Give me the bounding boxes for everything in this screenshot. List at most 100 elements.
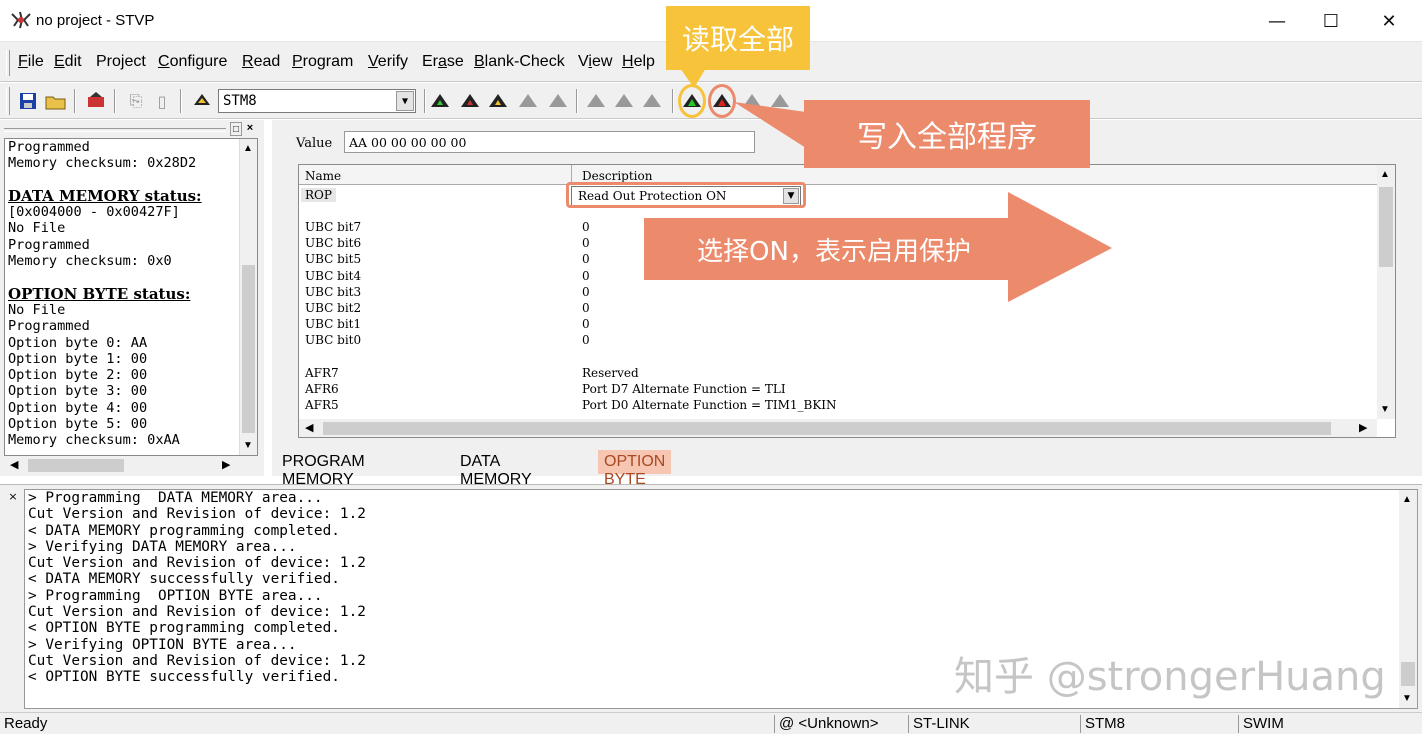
chip-config-icon[interactable] <box>84 89 108 113</box>
menu-grip[interactable] <box>6 50 10 76</box>
chevron-left-icon[interactable]: ◀ <box>10 458 18 471</box>
program-current-tab-icon[interactable] <box>458 89 482 113</box>
paste-icon[interactable]: ▯ <box>150 89 174 113</box>
status-line: Option byte 3: 00 <box>8 383 148 400</box>
chevron-left-icon[interactable]: ◀ <box>305 421 313 434</box>
menu-item[interactable]: Erase <box>422 53 464 71</box>
table-row[interactable] <box>299 349 1377 365</box>
verify-current-tab-icon[interactable] <box>486 89 510 113</box>
device-select[interactable]: STM8 ▼ <box>218 89 416 113</box>
minimize-button[interactable]: — <box>1254 6 1300 36</box>
log-line: < DATA MEMORY successfully verified. <box>28 571 340 588</box>
menu-item[interactable]: Edit <box>54 53 82 71</box>
chevron-up-icon[interactable]: ▲ <box>1402 494 1412 505</box>
menu-item[interactable]: Configure <box>158 53 227 71</box>
status-panel: □ × Programmed Memory checksum: 0x28D2 DAT… <box>0 120 264 476</box>
log-close-icon[interactable]: × <box>6 491 20 505</box>
panel-restore-icon[interactable]: □ <box>230 122 242 136</box>
option-byte-panel: Value AA 00 00 00 00 00 Name Description… <box>272 120 1422 476</box>
menu-item-label: se <box>446 53 464 70</box>
scroll-thumb[interactable] <box>1379 187 1393 267</box>
menu-item[interactable]: Program <box>292 53 353 71</box>
chevron-up-icon[interactable]: ▲ <box>1380 169 1390 180</box>
menu-item[interactable]: Help <box>622 53 655 71</box>
panel-grip[interactable] <box>4 128 226 132</box>
table-row-rop[interactable]: ROP <box>299 187 1377 203</box>
menu-item[interactable]: View <box>578 53 612 71</box>
save-icon[interactable] <box>16 89 40 113</box>
chevron-down-icon[interactable]: ▼ <box>1402 693 1412 704</box>
table-row[interactable]: UBC bit3 0 <box>299 284 1377 300</box>
device-select-value: STM8 <box>223 93 257 109</box>
menu-item-mnemonic: a <box>438 53 447 70</box>
panel-close-icon[interactable]: × <box>244 122 256 136</box>
menu-item-mnemonic: E <box>54 53 65 70</box>
menu-item-label: dit <box>64 53 82 70</box>
tab-program-memory[interactable]: PROGRAM MEMORY <box>276 450 371 488</box>
tab-data-memory[interactable]: DATA MEMORY <box>454 450 538 488</box>
program-tab-icon[interactable] <box>612 89 636 113</box>
menu-item[interactable]: Verify <box>368 53 408 71</box>
table-row[interactable]: AFR6 Port D7 Alternate Function = TLI <box>299 381 1377 397</box>
chevron-down-icon[interactable]: ▼ <box>243 440 253 451</box>
menu-item-label: rogram <box>302 53 354 70</box>
callout-read-all: 读取全部 <box>666 6 810 70</box>
table-row[interactable]: AFR5 Port D0 Alternate Function = TIM1_BK… <box>299 397 1377 413</box>
chevron-up-icon[interactable]: ▲ <box>243 143 253 154</box>
table-row[interactable]: UBC bit0 0 <box>299 332 1377 348</box>
status-section-heading: OPTION BYTE status: <box>8 285 191 302</box>
menu-item-label: lank-Check <box>484 53 565 70</box>
status-bar: Ready @ <Unknown> ST-LINK STM8 SWIM <box>0 712 1422 734</box>
read-current-tab-icon[interactable] <box>428 89 452 113</box>
maximize-button[interactable]: ☐ <box>1308 6 1354 36</box>
verify-tab-icon[interactable] <box>640 89 664 113</box>
menu-item[interactable]: Blank-Check <box>474 53 565 71</box>
chevron-right-icon[interactable]: ▶ <box>1359 421 1367 434</box>
scroll-thumb[interactable] <box>1401 662 1415 686</box>
status-line: Memory checksum: 0x28D2 <box>8 155 197 172</box>
menu-item[interactable]: File <box>18 53 44 71</box>
log-line: Cut Version and Revision of device: 1.2 <box>28 604 366 621</box>
value-field[interactable]: AA 00 00 00 00 00 <box>344 131 755 153</box>
toolbar-grip[interactable] <box>6 87 10 115</box>
blank-check-icon[interactable] <box>546 89 570 113</box>
grid-horizontal-scrollbar[interactable]: ◀ ▶ <box>299 419 1377 437</box>
erase-current-tab-icon[interactable] <box>516 89 540 113</box>
log-vertical-scrollbar[interactable]: ▲ ▼ <box>1399 490 1417 708</box>
status-line: Programmed <box>8 139 90 155</box>
scroll-thumb[interactable] <box>323 422 1331 435</box>
table-row[interactable]: UBC bit2 0 <box>299 300 1377 316</box>
tab-option-byte[interactable]: OPTION BYTE <box>598 450 672 488</box>
table-row[interactable]: UBC bit1 0 <box>299 316 1377 332</box>
copy-icon[interactable]: ⎘ <box>124 89 148 113</box>
status-line: Option byte 1: 00 <box>8 350 148 367</box>
close-button[interactable]: ✕ <box>1366 6 1412 36</box>
status-line: Programmed <box>8 318 90 335</box>
option-description: Port D7 Alternate Function = TLI <box>582 382 786 396</box>
table-row[interactable]: AFR7 Reserved <box>299 365 1377 381</box>
menu-item-mnemonic: P <box>292 53 303 70</box>
menu-item-mnemonic: B <box>474 53 485 70</box>
open-folder-icon[interactable] <box>44 89 68 113</box>
menu-item-mnemonic: C <box>158 53 170 70</box>
option-name: UBC bit6 <box>305 236 362 251</box>
status-vertical-scrollbar[interactable]: ▲ ▼ <box>239 139 257 455</box>
toolbar-separator <box>424 89 426 113</box>
chevron-down-icon[interactable]: ▼ <box>1380 404 1390 415</box>
scroll-thumb[interactable] <box>28 459 124 472</box>
status-text-area[interactable]: Programmed Memory checksum: 0x28D2 DATA ME… <box>4 138 258 456</box>
option-name: UBC bit1 <box>305 317 362 332</box>
status-port: @ <Unknown> <box>774 715 904 733</box>
log-line: < DATA MEMORY programming completed. <box>28 522 340 539</box>
log-line: > Programming DATA MEMORY area... <box>28 490 323 506</box>
read-tab-icon[interactable] <box>584 89 608 113</box>
chevron-down-icon[interactable]: ▼ <box>396 91 414 111</box>
status-horizontal-scrollbar[interactable]: ◀ ▶ <box>4 456 240 474</box>
status-line: No File <box>8 301 66 318</box>
menu-item[interactable]: Read <box>242 53 280 71</box>
callout-read-pointer <box>680 68 706 88</box>
menu-item[interactable]: Project <box>96 53 146 71</box>
chevron-right-icon[interactable]: ▶ <box>222 458 230 471</box>
grid-vertical-scrollbar[interactable]: ▲ ▼ <box>1377 165 1395 419</box>
scroll-thumb[interactable] <box>242 265 255 433</box>
